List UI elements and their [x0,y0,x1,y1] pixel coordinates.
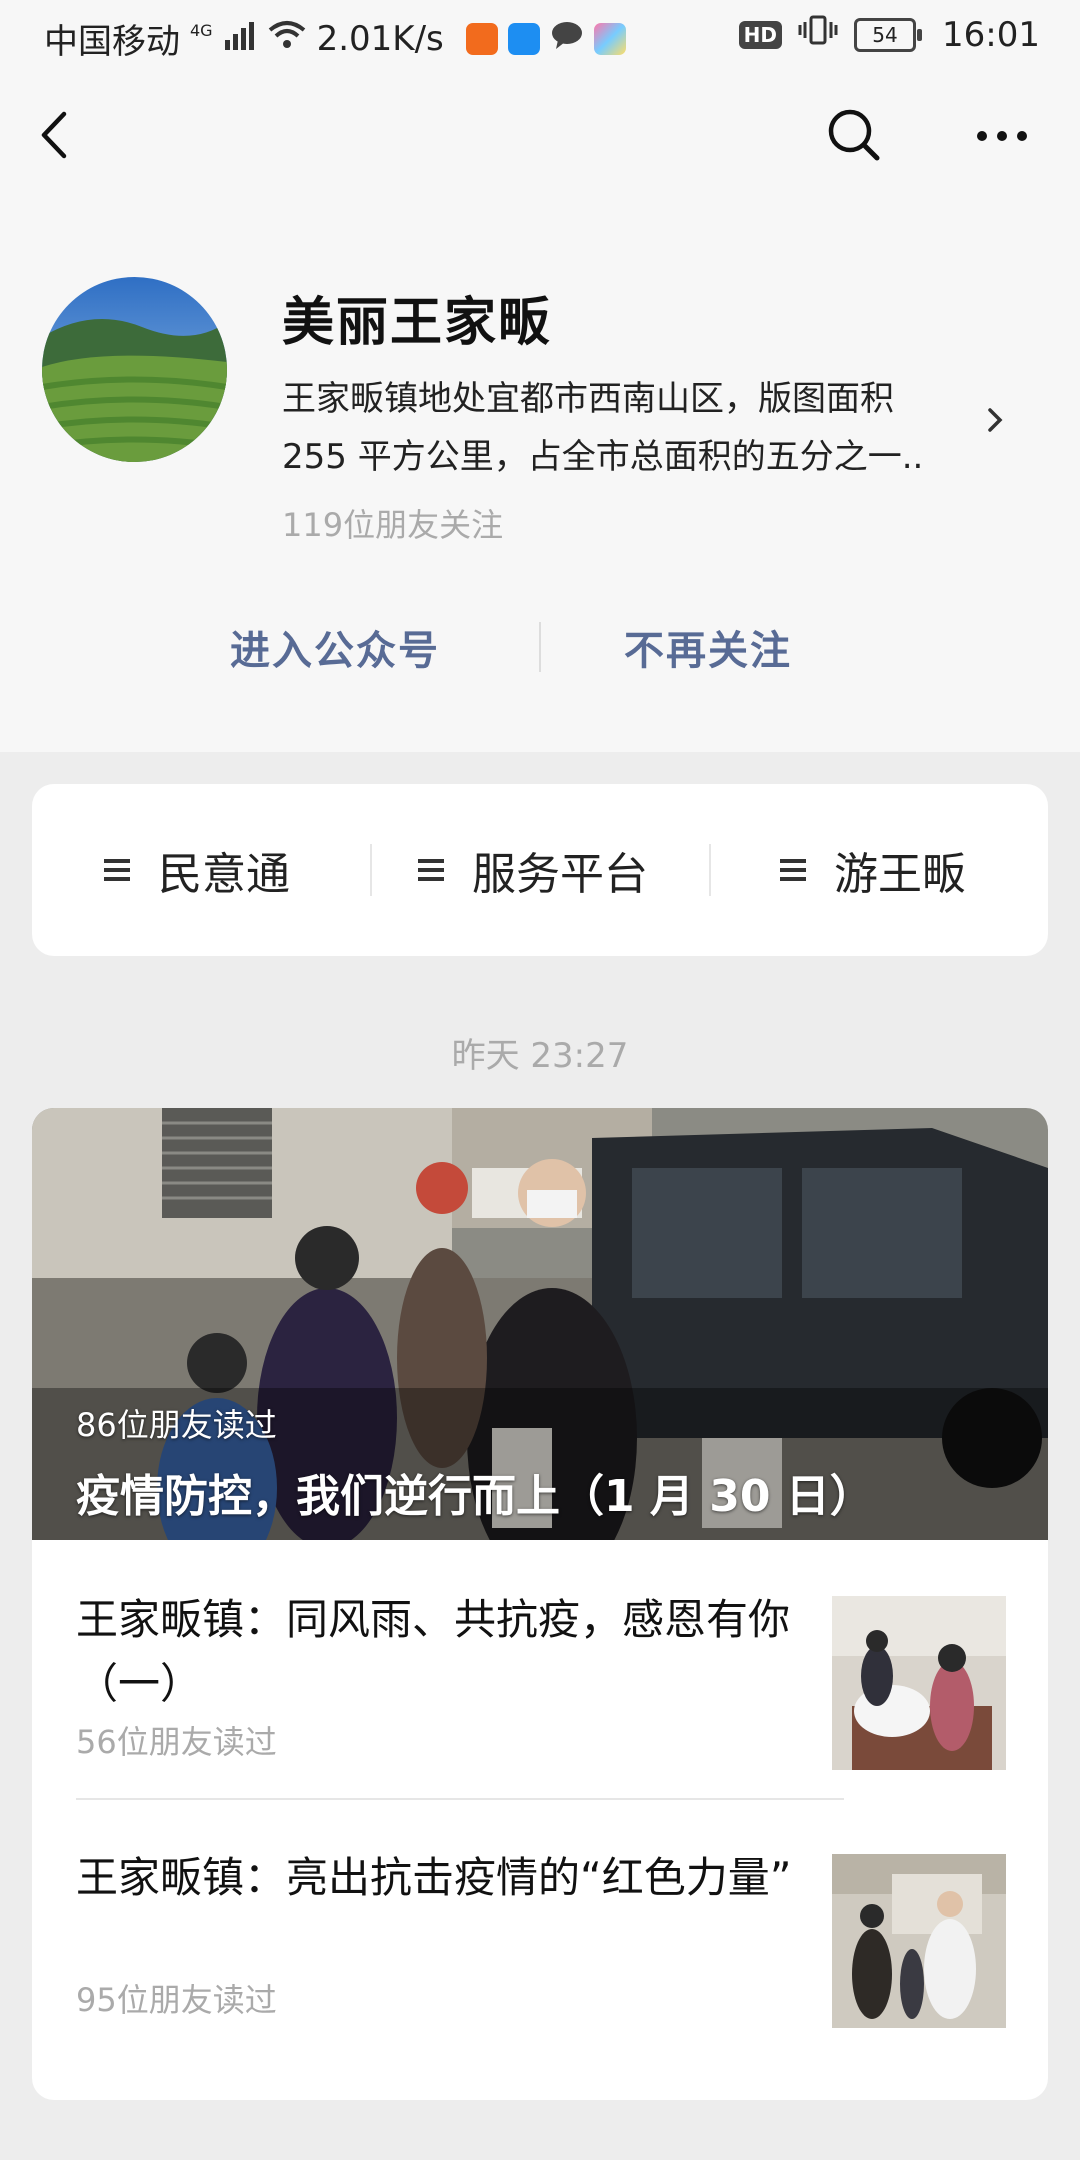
wifi-icon [267,19,307,59]
message-timestamp: 昨天 23:27 [451,1036,629,1076]
article-readers: 56位朋友读过 [76,1723,277,1761]
article-card: 86位朋友读过 疫情防控，我们逆行而上（1 月 30 日） 王家畈镇：同风雨、共… [32,1108,1048,2100]
battery-indicator: 54 [854,17,923,52]
network-speed: 2.01K/s [316,18,444,59]
back-button[interactable] [24,105,88,169]
account-description[interactable]: 王家畈镇地处宜都市西南山区，版图面积 255 平方公里，占全市总面积的五分之一.… [282,370,972,486]
search-button[interactable] [822,105,886,169]
unfollow-button[interactable]: 不再关注 [624,618,792,676]
article-title: 王家畈镇：同风雨、共抗疫，感恩有你（一） [76,1595,791,1708]
cover-readers: 86位朋友读过 [76,1406,277,1444]
follower-count: 119位朋友关注 [282,506,504,544]
menu-bar: 民意通 服务平台 游王畈 [32,784,1048,956]
article-readers: 95位朋友读过 [76,1981,277,2019]
cover-title: 疫情防控，我们逆行而上（1 月 30 日） [76,1471,874,1522]
message-icon [550,19,584,59]
network-label: 4G [190,21,213,40]
article-thumbnail [832,1854,1006,2028]
divider [539,622,541,672]
menu-item-service-platform[interactable]: 服务平台 [418,784,648,956]
back-arrow-icon [36,110,76,164]
menu-item-tour[interactable]: 游王畈 [780,784,966,956]
description-line: 255 平方公里，占全市总面积的五分之一.. [282,437,924,477]
menu-item-label: 民意通 [158,849,290,900]
status-bar: 中国移动 4G 2.01K/s HD 54 16:01 [0,0,1080,72]
hd-badge: HD [738,20,783,49]
clock: 16:01 [942,14,1040,55]
menu-icon [780,859,806,881]
more-icon [976,128,1028,147]
video-app-icon [465,22,498,55]
menu-item-label: 游王畈 [834,849,966,900]
carrier-label: 中国移动 [44,22,180,62]
menu-icon [104,859,130,881]
description-line: 王家畈镇地处宜都市西南山区，版图面积 [282,379,894,419]
menu-icon [418,859,444,881]
cover-article[interactable]: 86位朋友读过 疫情防控，我们逆行而上（1 月 30 日） [32,1108,1048,1540]
divider [370,844,372,896]
signal-icon [223,19,257,59]
menu-item-label: 服务平台 [472,849,648,900]
menu-item-minyitong[interactable]: 民意通 [104,784,290,956]
article-thumbnail [832,1596,1006,1770]
account-name: 美丽王家畈 [282,293,553,353]
account-avatar[interactable] [42,277,227,462]
article-item[interactable]: 王家畈镇：同风雨、共抗疫，感恩有你（一） 56位朋友读过 [32,1540,1048,1798]
article-item[interactable]: 王家畈镇：亮出抗击疫情的“红色力量” 95位朋友读过 [32,1798,1048,2056]
more-button[interactable] [970,105,1034,169]
article-title: 王家畈镇：亮出抗击疫情的“红色力量” [76,1853,792,1902]
vibrate-icon [798,14,838,55]
divider [709,844,711,896]
alipay-icon [507,22,540,55]
gallery-app-icon [593,22,626,55]
enter-account-button[interactable]: 进入公众号 [230,618,440,676]
chevron-right-icon[interactable] [985,405,1005,439]
search-icon [826,107,882,167]
